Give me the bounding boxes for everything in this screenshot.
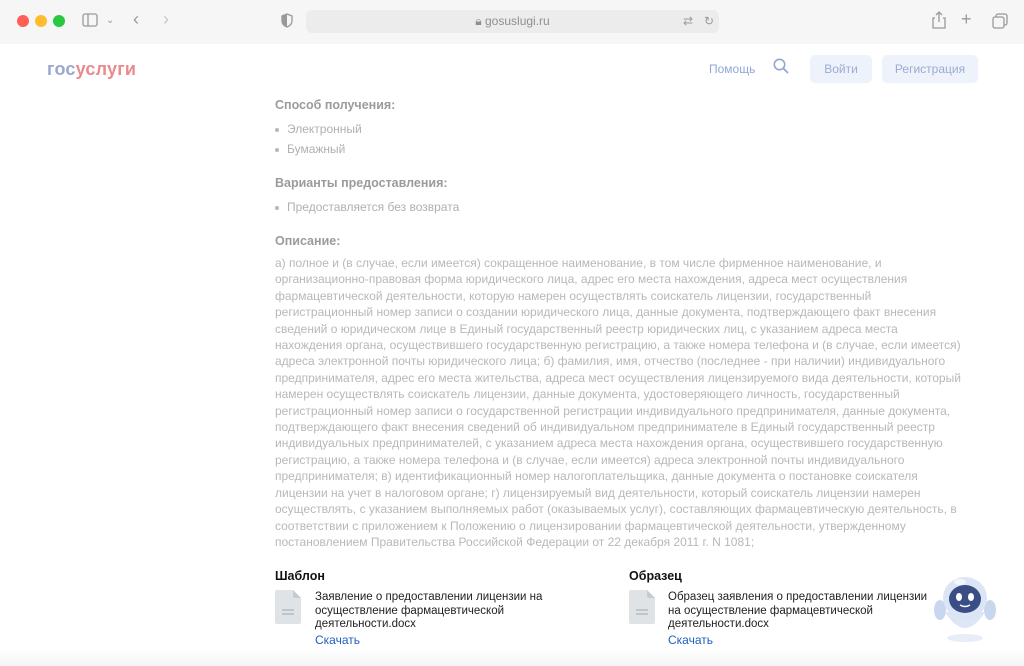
description-title: Описание: <box>275 234 341 248</box>
description-line: предпринимателя, адрес его места жительс… <box>275 370 961 385</box>
file-name-line: осуществление фармацевтической <box>315 604 505 617</box>
template-section-title: Шаблон <box>275 569 325 583</box>
translate-icon[interactable]: ⇄ <box>683 13 693 29</box>
file-name-line: деятельности.docx <box>668 618 769 630</box>
description-line: сведений о юридическом лице в Единый гос… <box>275 321 898 336</box>
description-line: нахождения органа, осуществившего госуда… <box>275 338 961 353</box>
template-download-link[interactable]: Скачать <box>315 633 360 647</box>
shield-icon[interactable] <box>281 13 293 28</box>
sidebar-icon[interactable] <box>82 13 98 27</box>
description-line: организационно-правовая форма юридическо… <box>275 272 908 287</box>
back-icon[interactable]: ‹ <box>133 10 139 28</box>
file-name-line: Заявление о предоставлении лицензии на <box>315 591 543 603</box>
description-line: осуществлять, с указанием выполняемых ра… <box>275 502 957 517</box>
minimize-window-button[interactable] <box>35 15 47 27</box>
description-text: а) полное и (в случае, если имеется) сок… <box>275 255 995 550</box>
sample-download-link[interactable]: Скачать <box>668 633 713 647</box>
help-link[interactable]: Помощь <box>709 62 755 76</box>
receipt-method-item: Электронный <box>275 122 362 136</box>
address-bar[interactable]: 🔒︎ gosuslugi.ru ⇄ ↻ <box>306 10 719 33</box>
description-line: намерен осуществлять соискатель лицензии… <box>275 387 900 402</box>
description-line: постановлением Правительства Российской … <box>275 534 755 549</box>
provision-options-title: Варианты предоставления: <box>275 176 448 190</box>
share-icon[interactable] <box>932 11 946 29</box>
robot-assistant-icon[interactable] <box>930 572 1000 644</box>
description-line: регистрацию, а также номера телефона и (… <box>275 452 905 467</box>
chevron-down-icon[interactable]: ⌄ <box>106 13 114 29</box>
gosuslugi-logo[interactable]: госуслуги <box>47 59 136 80</box>
file-name-line: Образец заявления о предоставлении лицен… <box>668 591 928 603</box>
site-header: госуслуги Помощь Войти Регистрация <box>0 44 1024 94</box>
description-line: регистрационный номер записи о создании … <box>275 305 937 320</box>
sample-file-name: Образец заявления о предоставлении лицен… <box>668 591 938 632</box>
search-icon[interactable] <box>773 58 789 74</box>
logo-part-gos: гос <box>47 59 76 79</box>
url-text: 🔒︎ gosuslugi.ru <box>306 14 719 29</box>
description-line: фармацевтической деятельности, которую н… <box>275 288 872 303</box>
close-window-button[interactable] <box>17 15 29 27</box>
reload-icon[interactable]: ↻ <box>704 13 714 29</box>
zoom-window-button[interactable] <box>53 15 65 27</box>
page-bottom-shade <box>0 650 1024 666</box>
document-icon <box>275 590 301 624</box>
file-name-line: деятельности.docx <box>315 618 416 630</box>
template-file-name: Заявление о предоставлении лицензии на о… <box>315 591 555 632</box>
browser-toolbar: ⌄ ‹ › 🔒︎ gosuslugi.ru ⇄ ↻ + <box>0 0 1024 44</box>
register-button[interactable]: Регистрация <box>882 55 978 83</box>
description-line: а) полное и (в случае, если имеется) сок… <box>275 256 882 270</box>
forward-icon[interactable]: › <box>163 10 169 28</box>
provision-option-item: Предоставляется без возврата <box>274 200 460 214</box>
logo-part-uslugi: услуги <box>75 59 137 79</box>
receipt-method-title: Способ получения: <box>275 98 396 112</box>
sample-section-title: Образец <box>629 569 682 583</box>
description-line: регистрационный номер записи о государст… <box>275 403 951 418</box>
description-line: адреса электронной почты юридического ли… <box>275 354 946 369</box>
description-line: подтверждающего факт внесения сведений о… <box>275 420 935 435</box>
document-icon <box>629 590 655 624</box>
description-line: предпринимателя; в) идентификационный но… <box>275 469 918 484</box>
description-line: лицензии на учет в налоговом органе; г) … <box>275 485 921 500</box>
login-button[interactable]: Войти <box>810 55 872 83</box>
url-value: gosuslugi.ru <box>485 14 550 28</box>
description-line: индивидуальных предпринимателей, с указа… <box>275 436 943 451</box>
tabs-overview-icon[interactable] <box>992 13 1008 29</box>
file-name-line: на осуществление фармацевтической <box>668 604 873 617</box>
description-line: соответствии с приложением к Положению о… <box>275 518 906 533</box>
receipt-method-item: Бумажный <box>274 142 346 156</box>
lock-icon: 🔒︎ <box>475 14 482 28</box>
new-tab-icon[interactable]: + <box>961 10 972 28</box>
